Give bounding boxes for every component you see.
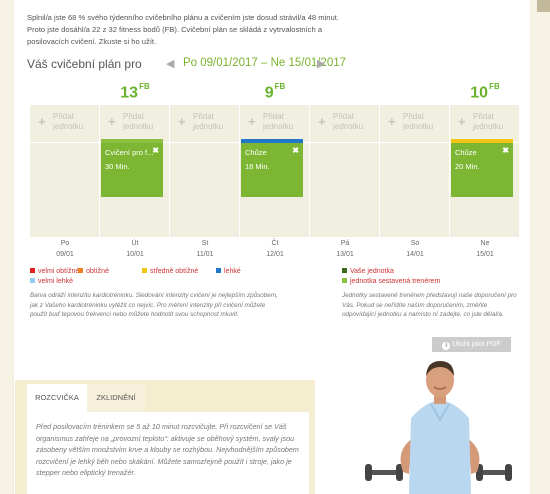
day-column-sun: + Přidat jednotku Chůze ✖ 20 Min. Ne 15/0…	[450, 105, 520, 263]
warmup-text: Před posilovacím tréninkem se 5 až 10 mi…	[27, 412, 309, 494]
add-unit-button[interactable]: + Přidat jednotku	[178, 112, 223, 131]
tab-cooldown[interactable]: ZKLIDNĚNÍ	[87, 384, 145, 412]
add-unit-button[interactable]: + Přidat jednotku	[108, 112, 153, 131]
day-body-cell	[310, 142, 380, 237]
remove-icon[interactable]: ✖	[502, 146, 509, 155]
day-label: Pá 13/01	[336, 240, 354, 258]
download-icon: ⬇	[442, 342, 451, 350]
save-pdf-button[interactable]: ⬇ Uložit jako PDF	[432, 337, 511, 352]
add-unit-button[interactable]: + Přidat jednotku	[248, 112, 293, 131]
remove-icon[interactable]: ✖	[152, 146, 159, 155]
add-unit-cell[interactable]: + Přidat jednotku	[170, 105, 240, 142]
training-unit-card[interactable]: Cvičení pro f... ✖ 30 Min.	[101, 139, 163, 197]
training-unit-card[interactable]: Chůze ✖ 18 Min.	[241, 139, 303, 197]
legend-item: Vaše jednotka	[342, 268, 394, 275]
unit-title: Chůze	[245, 148, 267, 157]
tab-warmup[interactable]: ROZCVIČKA	[27, 384, 87, 412]
day-column-tue: + Přidat jednotku Cvičení pro f... ✖ 30 …	[100, 105, 170, 263]
day-score-sun: 10FB	[470, 82, 500, 102]
day-body-cell	[30, 142, 100, 237]
color-swatch	[342, 278, 347, 283]
dumbbell-right	[479, 470, 509, 475]
plan-summary: Splnil/a jste 68 % svého týdenního cviče…	[27, 12, 357, 49]
remove-icon[interactable]: ✖	[292, 146, 299, 155]
intensity-bar	[451, 139, 513, 143]
legend-item: velmi lehké	[30, 278, 73, 285]
color-swatch	[78, 268, 83, 273]
plus-icon: +	[388, 114, 396, 129]
day-column-fri: + Přidat jednotku Pá 13/01	[310, 105, 380, 263]
unit-title: Cvičení pro f...	[105, 148, 154, 157]
color-swatch	[216, 268, 221, 273]
color-swatch	[30, 268, 35, 273]
next-week-arrow[interactable]: ▶	[317, 57, 325, 70]
plus-icon: +	[178, 114, 186, 129]
add-unit-button[interactable]: + Přidat jednotku	[458, 112, 503, 131]
legend-item: středně obtížné	[142, 268, 198, 275]
unit-duration: 20 Min.	[455, 162, 480, 171]
weekly-plan-grid: + Přidat jednotku Po 09/01 + Přidat jedno…	[30, 105, 520, 263]
day-label: Po 09/01	[56, 240, 74, 258]
legend-item: obtížné	[78, 268, 109, 275]
training-unit-card[interactable]: Chůze ✖ 20 Min.	[451, 139, 513, 197]
day-label: St 11/01	[196, 240, 214, 258]
plan-title: Váš cvičební plán pro	[27, 57, 142, 71]
day-body-cell	[170, 142, 240, 237]
unit-title: Chůze	[455, 148, 477, 157]
legend-item: jednotka sestavená trenérem	[342, 278, 440, 285]
summary-progress-text: Splnil/a jste 68 % svého týdenního cviče…	[27, 13, 339, 22]
add-unit-cell[interactable]: + Přidat jednotku	[450, 105, 520, 142]
summary-points-text: Proto jste dosáhl/a 22 z 32 fitness bodů…	[27, 25, 323, 47]
legend-item: lehké	[216, 268, 241, 275]
color-swatch	[30, 278, 35, 283]
day-column-sat: + Přidat jednotku So 14/01	[380, 105, 450, 263]
color-swatch	[142, 268, 147, 273]
intensity-bar	[101, 139, 163, 143]
plus-icon: +	[108, 114, 116, 129]
plus-icon: +	[318, 114, 326, 129]
scrollbar-thumb[interactable]	[537, 0, 550, 12]
previous-week-arrow[interactable]: ◀	[166, 57, 174, 70]
trainer-photo	[365, 361, 512, 494]
legend-item: velmi obtížné	[30, 268, 79, 275]
add-unit-cell[interactable]: + Přidat jednotku	[310, 105, 380, 142]
add-unit-cell[interactable]: + Přidat jednotku	[380, 105, 450, 142]
intensity-bar	[241, 139, 303, 143]
day-column-thu: + Přidat jednotku Chůze ✖ 18 Min. Čt 12/0…	[240, 105, 310, 263]
plus-icon: +	[458, 114, 466, 129]
add-unit-button[interactable]: + Přidat jednotku	[388, 112, 433, 131]
dumbbell-left	[369, 470, 399, 475]
unit-duration: 18 Min.	[245, 162, 270, 171]
add-unit-button[interactable]: + Přidat jednotku	[318, 112, 363, 131]
add-unit-cell[interactable]: + Přidat jednotku	[240, 105, 310, 142]
day-label: Čt 12/01	[266, 240, 284, 258]
day-column-wed: + Přidat jednotku St 11/01	[170, 105, 240, 263]
day-label: Ne 15/01	[476, 240, 494, 258]
trainer-units-note: Jednotky sestavené trenérem představují …	[342, 292, 517, 318]
plus-icon: +	[248, 114, 256, 129]
shirt	[409, 400, 471, 494]
day-score-tue: 13FB	[120, 82, 150, 102]
plus-icon: +	[38, 114, 46, 129]
day-body-cell	[380, 142, 450, 237]
day-score-thu: 9FB	[264, 82, 286, 102]
add-unit-button[interactable]: + Přidat jednotku	[38, 112, 83, 131]
color-swatch	[342, 268, 347, 273]
intensity-note: Barva odráží intenzitu kardiotréninku. S…	[30, 292, 278, 318]
day-label: So 14/01	[406, 240, 424, 258]
day-label: Út 10/01	[126, 240, 144, 258]
add-unit-cell[interactable]: + Přidat jednotku	[30, 105, 100, 142]
unit-duration: 30 Min.	[105, 162, 130, 171]
add-unit-cell[interactable]: + Přidat jednotku	[100, 105, 170, 142]
day-column-mon: + Přidat jednotku Po 09/01	[30, 105, 100, 263]
